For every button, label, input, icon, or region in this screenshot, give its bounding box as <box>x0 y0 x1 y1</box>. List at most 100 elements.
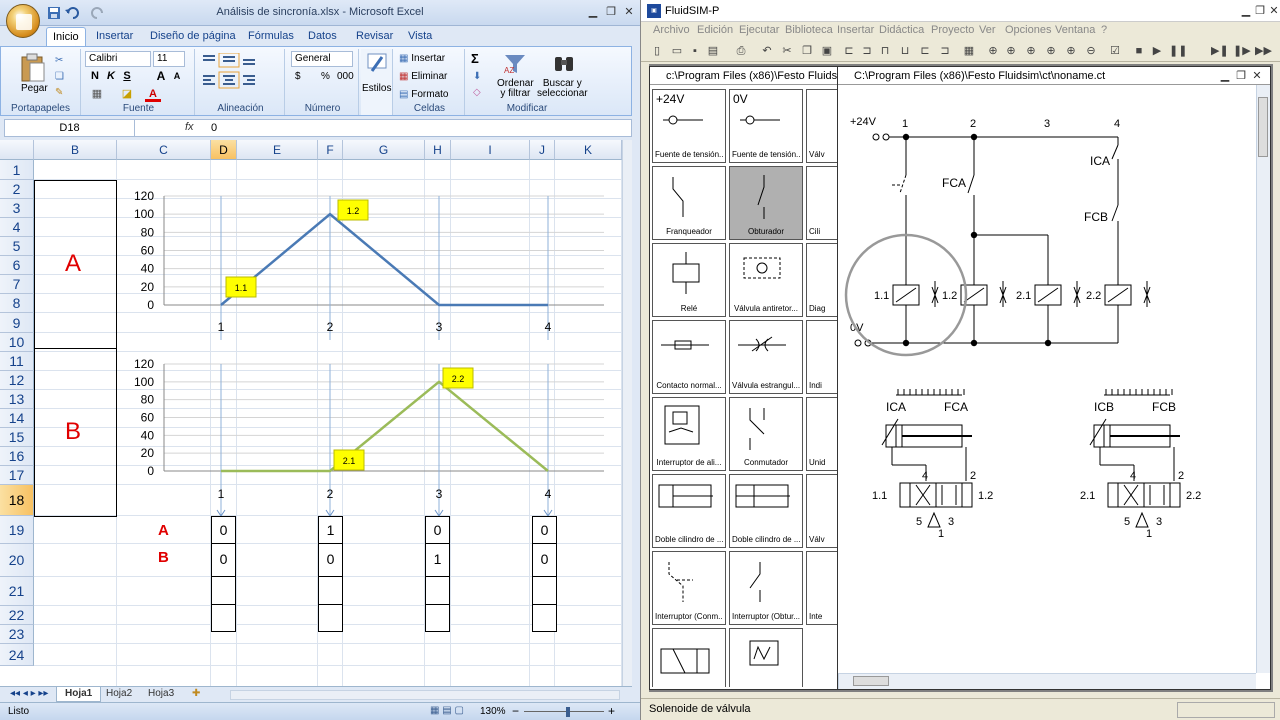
tab-formulas[interactable]: Fórmulas <box>242 27 300 47</box>
open-file-icon[interactable]: ▭ <box>669 43 685 59</box>
zoom-previous-icon[interactable]: ⊕ <box>1023 43 1039 59</box>
value-cell-a-1[interactable]: 0 <box>211 516 236 545</box>
fcb-switch-icon[interactable] <box>1111 204 1119 222</box>
library-item-5[interactable]: Relé <box>652 243 726 317</box>
library-item-1[interactable]: +24V Fuente de tensión... <box>652 89 726 163</box>
print-icon[interactable]: ⎙ <box>733 43 749 59</box>
alignment-icons[interactable] <box>201 53 281 93</box>
library-item-7[interactable]: Contacto normal... <box>652 320 726 394</box>
grid-icon[interactable]: ▦ <box>961 43 977 59</box>
empty-cell-r20-2[interactable] <box>318 576 343 606</box>
undo-icon[interactable] <box>64 6 80 20</box>
value-cell-b-1[interactable]: 0 <box>211 543 236 577</box>
empty-cell-r20-3[interactable] <box>425 576 450 606</box>
fs-close-icon[interactable]: ✕ <box>1267 5 1280 17</box>
fill-color-icon[interactable]: ◪ <box>119 87 135 102</box>
redo-icon[interactable] <box>90 6 106 20</box>
tab-insertar[interactable]: Insertar <box>90 27 139 47</box>
view-mode-icons[interactable]: ▦ ▤ ▢ <box>430 705 464 716</box>
tab-inicio[interactable]: Inicio <box>46 27 86 47</box>
autosum-button[interactable]: Σ <box>471 51 479 67</box>
binoculars-icon[interactable] <box>553 53 575 75</box>
menu-ejecutar[interactable]: Ejecutar <box>739 24 779 36</box>
sync-charts[interactable]: 120 100 80 60 40 20 0 1 2 3 4 1.1 1.2 120 100 80 60 40 20 0… <box>0 140 622 520</box>
fs-copy-icon[interactable]: ❐ <box>799 43 815 59</box>
format-painter-icon[interactable]: ✎ <box>55 85 63 101</box>
library-item-13[interactable]: Interruptor (Conm... <box>652 551 726 625</box>
value-cell-b-3[interactable]: 1 <box>425 543 450 577</box>
library-item-15[interactable] <box>652 628 726 687</box>
library-item-6[interactable]: Válvula antiretor... <box>729 243 803 317</box>
library-partial-item-7[interactable]: Inte <box>806 551 838 625</box>
menu-opciones[interactable]: Opciones <box>1005 24 1051 36</box>
styles-icon[interactable] <box>367 53 387 75</box>
font-size-select[interactable]: 11 <box>153 51 185 67</box>
library-item-14[interactable]: Interruptor (Obtur... <box>729 551 803 625</box>
library-window-title[interactable]: c:\Program Files (x86)\Festo Fluidsim\ <box>650 67 838 85</box>
align-center-icon[interactable]: ⊐ <box>859 43 875 59</box>
circuit-hscroll-thumb[interactable] <box>853 676 889 686</box>
align-right-icon[interactable]: ⊓ <box>877 43 893 59</box>
fs-minimize-icon[interactable]: ▁ <box>1239 5 1253 17</box>
library-partial-item-4[interactable]: Indi <box>806 320 838 394</box>
zoom-in-icon[interactable]: ⊕ <box>1063 43 1079 59</box>
fca-switch-icon[interactable] <box>967 174 975 194</box>
tab-revisar[interactable]: Revisar <box>350 27 399 47</box>
library-item-4[interactable]: Obturador <box>729 166 803 240</box>
fs-paste-icon[interactable]: ▣ <box>819 43 835 59</box>
circuit-minimize-icon[interactable]: ▁ <box>1218 70 1232 82</box>
underline-button[interactable]: S <box>119 69 135 84</box>
empty-cell-r21-2[interactable] <box>318 604 343 632</box>
zoom-in-button[interactable]: + <box>608 704 615 718</box>
sheet-tab-hoja1[interactable]: Hoja1 <box>56 687 102 702</box>
insert-cells-button[interactable]: ▦ Insertar <box>399 51 445 67</box>
number-format-select[interactable]: General <box>291 51 353 67</box>
fs-undo-icon[interactable]: ↶ <box>759 43 775 59</box>
tab-datos[interactable]: Datos <box>302 27 343 47</box>
close-icon[interactable]: ✕ <box>622 6 636 18</box>
zoom-out-icon[interactable]: ⊖ <box>1083 43 1099 59</box>
library-item-2[interactable]: 0V Fuente de tensión... <box>729 89 803 163</box>
zoom-slider-thumb[interactable] <box>566 707 570 717</box>
empty-cell-r21-1[interactable] <box>211 604 236 632</box>
excel-vertical-scrollbar[interactable] <box>622 140 632 686</box>
step-to-end-icon[interactable]: ▶▶ <box>1255 43 1272 59</box>
paste-icon[interactable] <box>19 53 47 83</box>
font-color-button[interactable]: A <box>145 87 161 102</box>
menu-insertar[interactable]: Insertar <box>837 24 874 36</box>
align-middle-icon[interactable]: ⊏ <box>917 43 933 59</box>
italic-button[interactable]: K <box>103 69 119 84</box>
sheet-nav-icon[interactable]: ◂◂ ◂ ▸ ▸▸ <box>2 687 56 702</box>
restore-icon[interactable]: ❐ <box>604 6 618 18</box>
name-box[interactable]: D18 <box>5 120 135 136</box>
save-icon[interactable] <box>46 6 62 20</box>
row-header-19[interactable]: 19 <box>0 516 34 544</box>
sheet-tab-hoja3[interactable]: Hoja3 <box>140 687 182 702</box>
ica-switch-icon[interactable] <box>1111 144 1119 160</box>
pause-icon[interactable]: ❚❚ <box>1169 43 1187 59</box>
shrink-font-button[interactable]: A <box>169 69 185 84</box>
library-partial-item-5[interactable]: Unid <box>806 397 838 471</box>
row-header-23[interactable]: 23 <box>0 625 34 644</box>
minimize-icon[interactable]: ▁ <box>586 6 600 18</box>
bold-button[interactable]: N <box>87 69 103 84</box>
library-item-3[interactable]: Franqueador <box>652 166 726 240</box>
office-button[interactable] <box>6 4 40 38</box>
menu-archivo[interactable]: Archivo <box>653 24 690 36</box>
circuit-diagram[interactable]: +24V0V1 2 3 4FCAICAFCB1.1 1.2 2.1 2.2ICA FCA4 21… <box>838 85 1256 673</box>
align-bottom-icon[interactable]: ⊐ <box>937 43 953 59</box>
chart-2[interactable]: 120 100 80 60 40 20 0 1 2 3 4 2.1 2.2 <box>134 357 604 517</box>
empty-cell-r20-1[interactable] <box>211 576 236 606</box>
menu-ver[interactable]: Ver <box>979 24 996 36</box>
circuit-window-title[interactable]: C:\Program Files (x86)\Festo Fluidsim\ct… <box>838 67 1270 85</box>
library-partial-item-1[interactable]: Válv <box>806 89 838 163</box>
worksheet-grid[interactable]: BCDEFGHIJK 1 2 3 4 5 6 7 8 9 10 11 12 13 14 15 16 17 18 19… <box>0 140 622 686</box>
save-file-icon[interactable]: ▪ <box>687 43 703 59</box>
sort-filter-icon[interactable]: AZ <box>503 53 527 75</box>
value-cell-a-3[interactable]: 0 <box>425 516 450 545</box>
zoom-slider[interactable] <box>524 711 604 712</box>
delete-cells-button[interactable]: ▦ Eliminar <box>399 69 447 85</box>
sheet-tab-hoja2[interactable]: Hoja2 <box>98 687 140 702</box>
sort-filter-button[interactable]: Ordenar y filtrar <box>497 79 534 101</box>
fill-icon[interactable]: ⬇ <box>473 69 481 85</box>
